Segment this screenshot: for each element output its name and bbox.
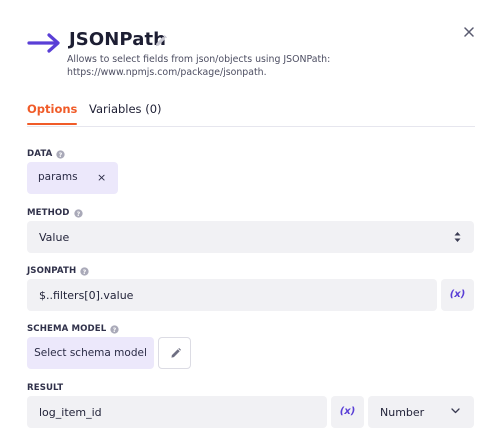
help-circle-icon: ? [73, 208, 83, 217]
select-schema-model-button[interactable]: Select schema model [27, 337, 154, 369]
sort-icon [454, 232, 461, 242]
tab-variables[interactable]: Variables (0) [89, 102, 162, 116]
pencil-icon[interactable] [153, 34, 168, 49]
schema-model-label-text: SCHEMA MODEL [27, 324, 107, 334]
svg-text:?: ? [83, 268, 87, 275]
svg-text:?: ? [59, 151, 63, 158]
result-input-value: log_item_id [39, 406, 102, 419]
chevron-down-icon [451, 408, 460, 414]
result-type-select[interactable]: Number [368, 396, 474, 428]
result-type-value: Number [380, 406, 425, 419]
close-icon[interactable] [464, 27, 474, 37]
tab-variables-label: Variables (0) [89, 102, 162, 116]
method-select[interactable]: Value [27, 221, 474, 253]
jsonpath-input[interactable]: $..filters[0].value [27, 279, 437, 311]
data-label-text: DATA [27, 149, 53, 159]
tab-bar: Options Variables (0) [27, 98, 475, 127]
description-line: Allows to select fields from json/object… [67, 54, 331, 65]
jsonpath-variable-button[interactable]: (x) [441, 279, 474, 311]
dialog-header: JSONPath Allows to select fields from js… [27, 28, 477, 88]
page-title: JSONPath [69, 29, 167, 50]
help-circle-icon: ? [80, 266, 89, 275]
method-label-text: METHOD [27, 208, 70, 218]
jsonpath-label-text: JSONPATH [27, 266, 77, 276]
chip-remove-icon[interactable]: × [97, 171, 106, 184]
svg-text:?: ? [76, 210, 80, 217]
jsonpath-input-value: $..filters[0].value [39, 289, 134, 302]
description: Allows to select fields from json/object… [67, 54, 367, 79]
data-label: DATA ? [27, 149, 66, 159]
tab-options-label: Options [27, 102, 78, 116]
tab-options[interactable]: Options [27, 102, 78, 125]
result-label: RESULT [27, 383, 63, 393]
method-label: METHOD ? [27, 208, 83, 218]
description-link[interactable]: https://www.npmjs.com/package/jsonpath. [67, 67, 367, 80]
help-circle-icon: ? [110, 324, 119, 333]
right-arrow-icon [27, 33, 60, 53]
svg-text:?: ? [113, 326, 117, 333]
result-variable-button[interactable]: (x) [331, 396, 364, 428]
data-chip-label: params [38, 171, 78, 183]
edit-schema-button[interactable] [158, 337, 191, 369]
result-label-text: RESULT [27, 383, 64, 393]
active-tab-indicator [27, 123, 78, 125]
data-chip[interactable]: params × [27, 162, 118, 194]
method-select-value: Value [39, 231, 70, 244]
result-input[interactable]: log_item_id [27, 396, 327, 428]
jsonpath-label: JSONPATH ? [27, 266, 89, 276]
pencil-icon [171, 347, 182, 358]
schema-model-label: SCHEMA MODEL ? [27, 324, 119, 334]
help-circle-icon: ? [56, 149, 66, 158]
